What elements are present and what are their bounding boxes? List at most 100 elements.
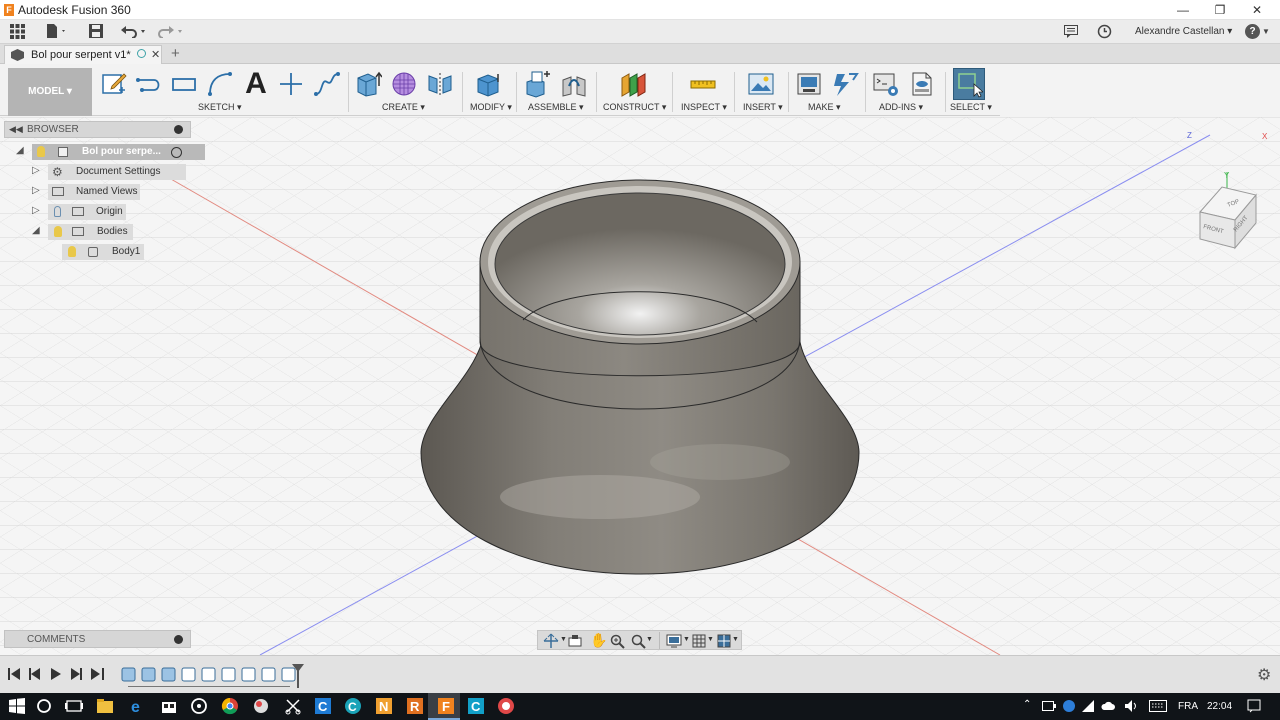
close-tab-icon[interactable]: ✕ <box>151 48 160 61</box>
grid-settings-icon[interactable] <box>692 634 706 648</box>
volume-icon[interactable] <box>1124 699 1138 713</box>
mirror-icon[interactable] <box>426 70 454 98</box>
insert-menu[interactable]: INSERT ▾ <box>743 102 783 113</box>
insert-image-icon[interactable] <box>747 70 775 98</box>
go-to-start-icon[interactable] <box>8 668 22 680</box>
cloud-icon[interactable] <box>1101 699 1115 713</box>
clock-icon[interactable] <box>1097 24 1112 39</box>
snipping-icon[interactable] <box>284 697 302 715</box>
play-icon[interactable] <box>50 668 62 680</box>
tool-make-icon[interactable] <box>831 70 859 98</box>
expand-triangle-icon[interactable]: ◢ <box>16 145 24 156</box>
rectangle-tool-icon[interactable] <box>170 70 198 98</box>
app-store-icon[interactable] <box>908 70 936 98</box>
orbit-dropdown-icon[interactable]: ▼ <box>560 636 567 643</box>
collapse-triangle-icon[interactable]: ◢ <box>32 225 40 236</box>
task-view-icon[interactable] <box>65 697 83 715</box>
browser-item-bodies[interactable]: ◢ Bodies <box>32 224 192 240</box>
fusion-360-icon[interactable]: F <box>437 697 455 715</box>
browser-item-origin[interactable]: ▷ Origin <box>32 204 192 220</box>
bowl-body[interactable] <box>420 179 860 575</box>
scripts-icon[interactable] <box>872 70 900 98</box>
tray-expand-icon[interactable]: ⌃ <box>1023 699 1031 710</box>
line-tool-icon[interactable] <box>134 70 162 98</box>
offset-plane-icon[interactable] <box>619 70 647 98</box>
app-red-circle-icon[interactable] <box>497 697 515 715</box>
restore-button[interactable]: ❐ <box>1203 0 1237 20</box>
comments-panel-header[interactable]: COMMENTS <box>4 630 191 648</box>
point-tool-icon[interactable] <box>277 70 305 98</box>
browser-item-named-views[interactable]: ▷ Named Views <box>32 184 192 200</box>
undo-icon[interactable] <box>121 25 149 38</box>
browser-options-icon[interactable] <box>174 125 183 134</box>
user-menu[interactable]: Alexandre Castellan ▾ <box>1135 26 1232 37</box>
comment-icon[interactable] <box>1064 25 1078 38</box>
workspace-switcher[interactable]: MODEL ▾ <box>8 68 92 116</box>
extrude-icon[interactable] <box>354 70 383 98</box>
help-dropdown-icon[interactable]: ▼ <box>1262 27 1270 36</box>
select-menu[interactable]: SELECT ▾ <box>950 102 992 113</box>
visibility-bulb-icon[interactable] <box>68 246 76 257</box>
chrome-icon[interactable] <box>221 697 239 715</box>
grid-dropdown-icon[interactable]: ▼ <box>707 636 714 643</box>
text-tool-icon[interactable]: A <box>242 69 270 99</box>
form-icon[interactable] <box>390 70 418 98</box>
look-at-icon[interactable] <box>568 634 582 648</box>
browser-panel-header[interactable]: ◀◀ BROWSER <box>4 121 191 138</box>
display-settings-icon[interactable] <box>666 634 682 648</box>
step-back-icon[interactable] <box>29 668 41 680</box>
new-component-icon[interactable] <box>524 70 552 98</box>
collapse-browser-icon[interactable]: ◀◀ <box>9 124 23 135</box>
store-icon[interactable] <box>160 697 178 715</box>
file-explorer-icon[interactable] <box>96 697 114 715</box>
network-icon[interactable] <box>1081 699 1095 713</box>
go-to-end-icon[interactable] <box>91 668 105 680</box>
visibility-bulb-icon[interactable] <box>54 206 61 217</box>
add-ins-menu[interactable]: ADD-INS ▾ <box>879 102 923 113</box>
add-comment-icon[interactable] <box>174 635 183 644</box>
browser-item-document-settings[interactable]: ▷ ⚙ Document Settings <box>32 164 192 180</box>
viewports-dropdown-icon[interactable]: ▼ <box>732 636 739 643</box>
expand-triangle-icon[interactable]: ▷ <box>32 165 40 176</box>
sketch-menu[interactable]: SKETCH ▾ <box>198 102 242 113</box>
create-sketch-icon[interactable] <box>100 70 128 98</box>
windows-start-icon[interactable] <box>8 697 26 715</box>
app-r-icon[interactable]: R <box>406 697 424 715</box>
assemble-menu[interactable]: ASSEMBLE ▾ <box>528 102 584 113</box>
document-tab[interactable]: Bol pour serpent v1* ✕ <box>4 45 162 64</box>
print-3d-icon[interactable] <box>795 70 823 98</box>
make-menu[interactable]: MAKE ▾ <box>808 102 841 113</box>
app-bird-icon[interactable] <box>252 697 270 715</box>
new-tab-icon[interactable]: + <box>171 45 180 62</box>
close-button[interactable]: ✕ <box>1240 0 1274 20</box>
construct-menu[interactable]: CONSTRUCT ▾ <box>603 102 666 113</box>
activate-radio-icon[interactable] <box>171 147 182 158</box>
viewports-icon[interactable] <box>717 634 731 648</box>
save-icon[interactable] <box>89 24 103 38</box>
browser-item-body1[interactable]: Body1 <box>62 244 152 260</box>
grid-icon[interactable] <box>10 24 25 39</box>
keyboard-icon[interactable] <box>1149 700 1167 712</box>
orbit-icon[interactable] <box>542 633 560 649</box>
spline-tool-icon[interactable] <box>313 70 341 98</box>
edge-icon[interactable]: e <box>129 697 147 715</box>
display-dropdown-icon[interactable]: ▼ <box>683 636 690 643</box>
visibility-bulb-icon[interactable] <box>37 146 45 157</box>
timeline-features[interactable] <box>120 665 305 685</box>
zoom-icon[interactable] <box>610 634 625 649</box>
file-icon[interactable] <box>46 24 68 39</box>
joint-icon[interactable] <box>560 70 588 98</box>
browser-root-row[interactable]: ◢ Bol pour serpe... <box>16 144 205 160</box>
globe-icon[interactable] <box>1062 699 1076 713</box>
timeline-settings-icon[interactable]: ⚙ <box>1257 665 1271 685</box>
inspect-menu[interactable]: INSPECT ▾ <box>681 102 727 113</box>
zoom-dropdown-icon[interactable]: ▼ <box>646 636 653 643</box>
press-pull-icon[interactable] <box>474 70 502 98</box>
media-player-icon[interactable] <box>190 697 208 715</box>
app-n-icon[interactable]: N <box>375 697 393 715</box>
taskbar-clock[interactable]: 22:04 <box>1207 701 1232 712</box>
select-tool-icon[interactable] <box>953 68 985 100</box>
expand-triangle-icon[interactable]: ▷ <box>32 205 40 216</box>
modify-menu[interactable]: MODIFY ▾ <box>470 102 512 113</box>
fit-icon[interactable] <box>631 634 646 649</box>
